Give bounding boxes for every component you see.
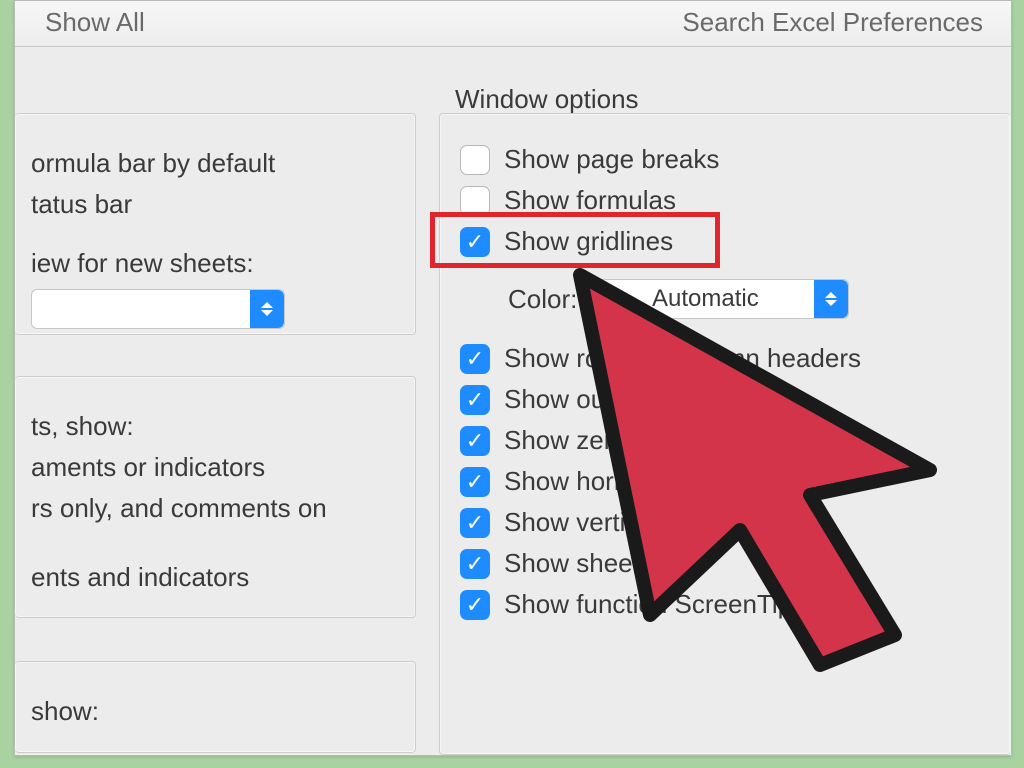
preferences-toolbar: Show All Search Excel Preferences	[15, 1, 1011, 47]
default-view-label: iew for new sheets:	[31, 248, 397, 279]
show-formulas-label: Show formulas	[504, 185, 676, 216]
comments-option-2[interactable]: rs only, and comments on	[31, 493, 397, 524]
show-all-button[interactable]: Show All	[45, 7, 145, 38]
show-sheet-tabs-checkbox[interactable]: ✓	[460, 549, 490, 579]
comments-option-3[interactable]: ents and indicators	[31, 562, 397, 593]
search-preferences-field[interactable]: Search Excel Preferences	[682, 7, 983, 38]
show-function-screentips-checkbox[interactable]: ✓	[460, 590, 490, 620]
window-options-title: Window options	[455, 84, 639, 115]
gridline-color-label: Color:	[508, 284, 577, 315]
show-gridlines-label: Show gridlines	[504, 226, 673, 257]
preferences-window: Show All Search Excel Preferences Window…	[14, 0, 1012, 756]
for-comments-show-label: ts, show:	[31, 411, 397, 442]
show-page-breaks-checkbox[interactable]	[460, 145, 490, 175]
show-outline-symbols-checkbox[interactable]: ✓	[460, 385, 490, 415]
show-row-column-headers-checkbox[interactable]: ✓	[460, 344, 490, 374]
show-status-bar-label: tatus bar	[31, 189, 397, 220]
show-zero-values-checkbox[interactable]: ✓	[460, 426, 490, 456]
show-formulas-checkbox[interactable]	[460, 186, 490, 216]
show-sheet-tabs-label: Show sheet tabs	[504, 548, 696, 579]
comments-option-1[interactable]: aments or indicators	[31, 452, 397, 483]
show-row-column-headers-label: Show row and column headers	[504, 343, 861, 374]
gridline-color-select[interactable]: Automatic	[595, 279, 849, 319]
show-formula-bar-label: ormula bar by default	[31, 148, 397, 179]
show-horizontal-scrollbar-label: Show horizontal scroll bar	[504, 466, 802, 497]
show-vertical-scrollbar-checkbox[interactable]: ✓	[460, 508, 490, 538]
show-horizontal-scrollbar-checkbox[interactable]: ✓	[460, 467, 490, 497]
show-vertical-scrollbar-label: Show vertical scroll bar	[504, 507, 771, 538]
dropdown-caret-icon	[250, 290, 284, 328]
window-options-group: Show page breaks Show formulas ✓ Show gr…	[439, 113, 1010, 755]
show-page-breaks-label: Show page breaks	[504, 144, 719, 175]
show-gridlines-checkbox[interactable]: ✓	[460, 227, 490, 257]
show-zero-values-label: Show zero values	[504, 425, 709, 456]
settings-group-left-1: ormula bar by default tatus bar iew for …	[15, 113, 416, 335]
dropdown-caret-icon	[814, 280, 848, 318]
gridline-color-value: Automatic	[596, 285, 814, 313]
default-view-select[interactable]	[31, 289, 285, 329]
settings-group-left-2: ts, show: aments or indicators rs only, …	[15, 376, 416, 618]
for-objects-show-label: show:	[31, 696, 397, 727]
show-function-screentips-label: Show function ScreenTips	[504, 589, 805, 620]
settings-group-left-3: show:	[15, 661, 416, 753]
show-outline-symbols-label: Show outline symbols	[504, 384, 755, 415]
